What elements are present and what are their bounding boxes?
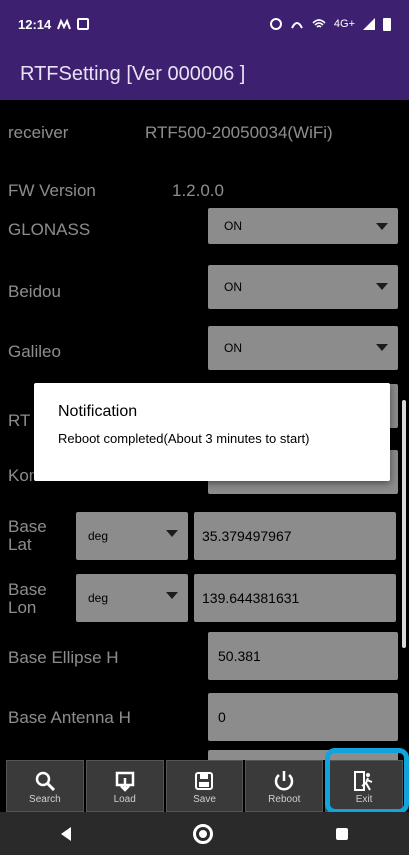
cell-signal-icon [363, 18, 375, 30]
scrollbar[interactable] [402, 400, 406, 648]
exit-button-highlight [325, 748, 409, 814]
search-label: Search [29, 793, 61, 805]
reboot-button[interactable]: Reboot [245, 760, 324, 812]
notification-dialog: Notification Reboot completed(About 3 mi… [34, 383, 390, 481]
load-button[interactable]: Load [85, 760, 164, 812]
search-button[interactable]: Search [6, 760, 84, 812]
status-right-icons: 4G+ [269, 17, 391, 31]
wifi-icon [312, 19, 326, 28]
app-notification-icon [77, 18, 90, 30]
notification-icon [57, 18, 72, 30]
back-icon[interactable] [61, 826, 72, 841]
dialog-message: Reboot completed(About 3 minutes to star… [58, 431, 310, 446]
load-icon [114, 768, 136, 794]
status-left-icons [57, 18, 90, 30]
save-icon [194, 768, 214, 794]
save-button[interactable]: Save [165, 760, 244, 812]
home-icon[interactable] [193, 823, 214, 844]
data-saver-icon [269, 18, 282, 30]
status-bar: 12:14 4G+ [0, 0, 409, 48]
network-type: 4G+ [333, 18, 355, 30]
system-nav-bar [0, 812, 409, 855]
app-title: RTFSetting [Ver 000006 ] [20, 62, 246, 85]
battery-icon [383, 17, 391, 31]
home-icon-dot [199, 829, 208, 838]
app-bar: RTFSetting [Ver 000006 ] [0, 48, 409, 100]
load-label: Load [113, 793, 136, 805]
signal-strength-icon [290, 22, 303, 29]
power-icon [272, 768, 296, 794]
recent-apps-icon[interactable] [335, 827, 348, 840]
search-icon [34, 768, 56, 794]
reboot-label: Reboot [268, 793, 301, 805]
save-label: Save [193, 793, 216, 805]
dialog-title: Notification [58, 403, 138, 420]
status-time: 12:14 [18, 16, 52, 32]
